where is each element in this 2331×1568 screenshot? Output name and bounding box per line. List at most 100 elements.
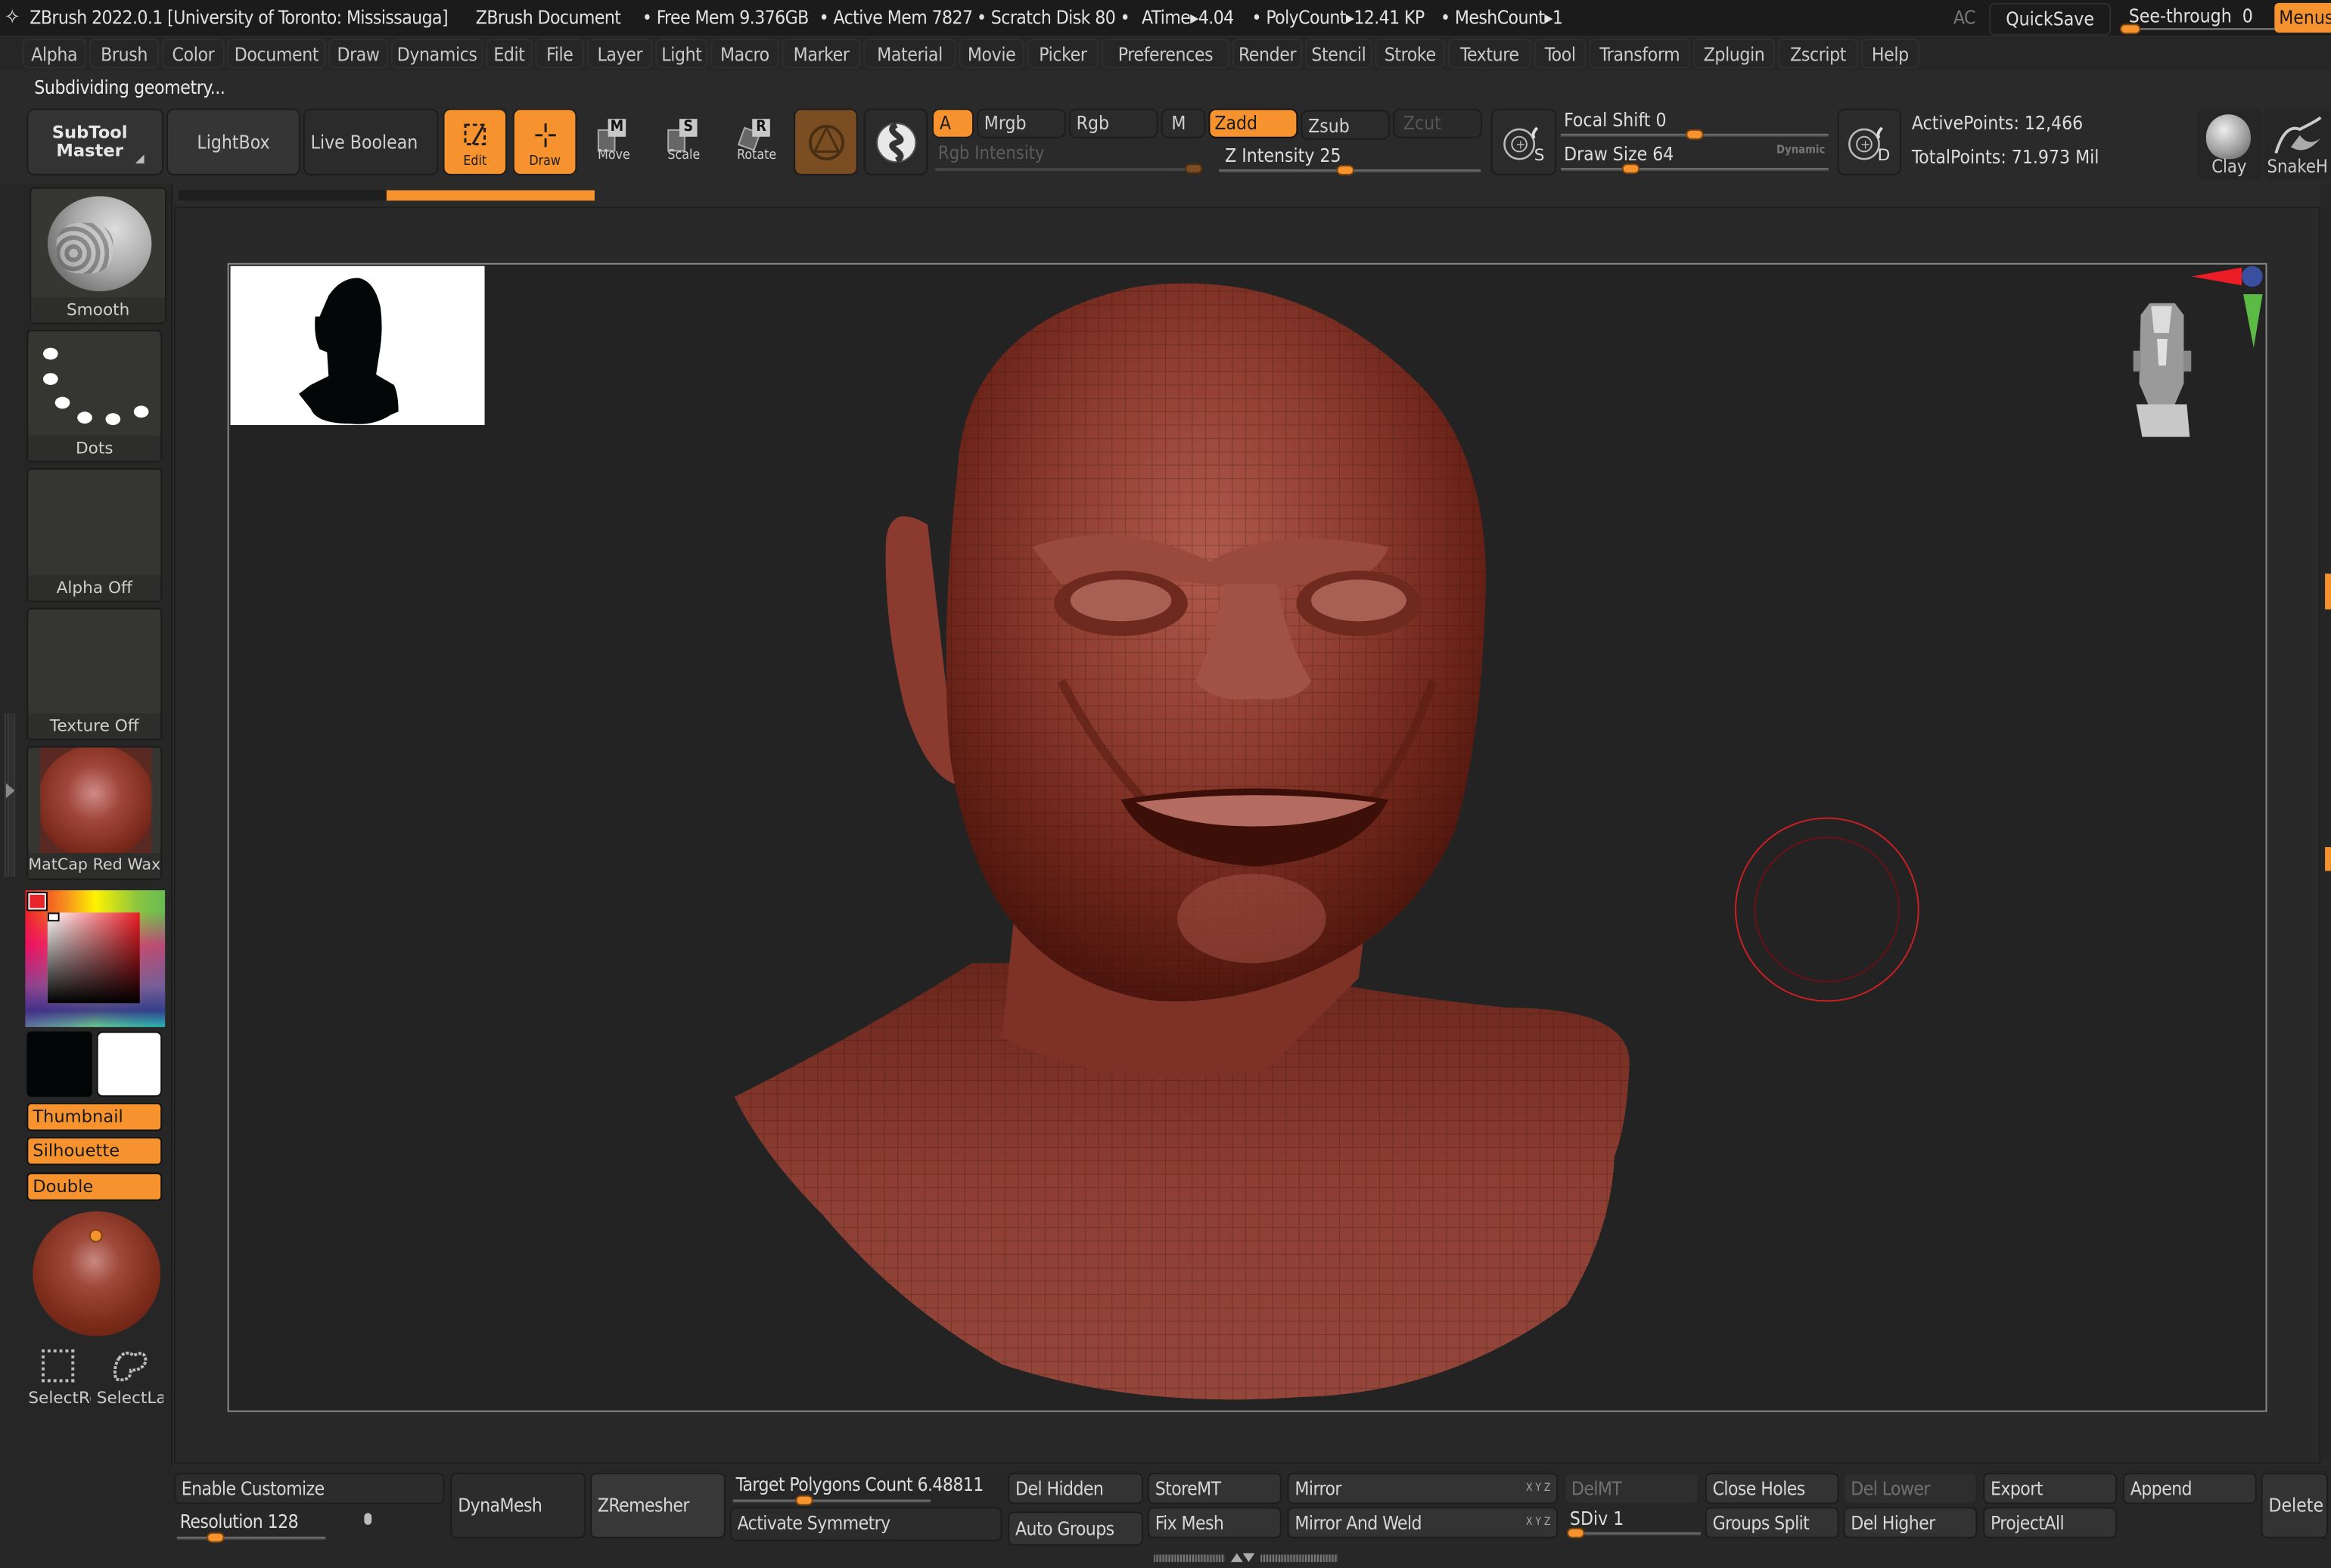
menu-brush[interactable]: Brush [89, 39, 160, 69]
append-button[interactable]: Append [2122, 1473, 2257, 1504]
lightbox-button[interactable]: LightBox [166, 108, 300, 175]
thumbnail-toggle[interactable]: Thumbnail [26, 1102, 163, 1132]
del-hidden-button[interactable]: Del Hidden [1008, 1473, 1144, 1504]
sculpt-model[interactable] [229, 265, 2266, 1411]
auto-groups-button[interactable]: Auto Groups [1008, 1511, 1144, 1546]
menu-tool[interactable]: Tool [1534, 39, 1587, 69]
menu-marker[interactable]: Marker [782, 39, 861, 69]
subtool-master-button[interactable]: SubTool Master [26, 108, 164, 175]
scale-button[interactable]: S Scale [658, 116, 709, 166]
bottom-tray-resize-handle[interactable] [1153, 1553, 1340, 1563]
menu-edit[interactable]: Edit [486, 39, 533, 69]
dynamic-toggle[interactable]: Dynamic [1776, 143, 1825, 157]
sdiv-slider[interactable]: SDiv 1 [1564, 1504, 1701, 1542]
draw-size-slider[interactable]: Draw Size 64 Dynamic [1559, 143, 1830, 175]
live-boolean-button[interactable]: Live Boolean [303, 108, 439, 175]
draw-size-knob[interactable] [1621, 163, 1640, 174]
zremesher-button[interactable]: ZRemesher [590, 1473, 726, 1539]
double-toggle[interactable]: Double [26, 1172, 163, 1201]
see-through-knob[interactable] [2119, 23, 2141, 35]
menu-picker[interactable]: Picker [1027, 39, 1099, 69]
menu-stencil[interactable]: Stencil [1305, 39, 1372, 69]
menu-transform[interactable]: Transform [1589, 39, 1691, 69]
resolution-knob[interactable] [207, 1532, 225, 1543]
select-lasso-button[interactable]: SelectLasso [95, 1343, 163, 1411]
secondary-color-swatch[interactable] [26, 1031, 92, 1098]
collapse-arrow-icon[interactable] [5, 783, 15, 799]
mrgb-toggle[interactable]: Mrgb [976, 108, 1066, 138]
rgb-toggle[interactable]: Rgb [1068, 108, 1158, 138]
a-toggle[interactable]: A [931, 108, 974, 138]
sdiv-knob[interactable] [1567, 1527, 1585, 1539]
export-button[interactable]: Export [1983, 1473, 2118, 1504]
del-lower-button[interactable]: Del Lower [1843, 1473, 1978, 1504]
rgb-intensity-slider[interactable]: Rgb Intensity [932, 143, 1207, 175]
menu-draw[interactable]: Draw [328, 39, 388, 69]
z-intensity-slider[interactable]: Z Intensity 25 [1216, 143, 1484, 175]
axis-gizmo[interactable] [2180, 265, 2263, 354]
zcut-toggle[interactable]: Zcut [1393, 108, 1483, 138]
menu-texture[interactable]: Texture [1447, 39, 1531, 69]
menu-file[interactable]: File [535, 39, 585, 69]
enable-customize-button[interactable]: Enable Customize [173, 1473, 445, 1504]
menu-light[interactable]: Light [655, 39, 708, 69]
select-rect-button[interactable]: SelectRect [26, 1343, 91, 1411]
activate-symmetry-button[interactable]: Activate Symmetry [729, 1507, 1002, 1542]
rotate-button[interactable]: R Rotate [732, 116, 782, 166]
projectall-button[interactable]: ProjectAll [1983, 1507, 2118, 1539]
document-frame[interactable] [227, 262, 2267, 1412]
brush-selector[interactable]: Smooth [30, 187, 167, 324]
menu-preferences[interactable]: Preferences [1101, 39, 1229, 69]
alpha-selector[interactable]: Alpha Off [26, 467, 163, 602]
material-sphere-button[interactable] [863, 108, 928, 175]
zsub-toggle[interactable]: Zsub [1301, 110, 1391, 140]
target-polygons-knob[interactable] [795, 1495, 813, 1506]
menu-macro[interactable]: Macro [710, 39, 779, 69]
resolution-slider[interactable]: Resolution 128 [174, 1507, 382, 1543]
main-color-swatch[interactable] [96, 1031, 163, 1098]
menu-movie[interactable]: Movie [959, 39, 1024, 69]
light-position-handle[interactable] [89, 1228, 103, 1243]
material-selector[interactable]: MatCap Red Wax [26, 746, 163, 880]
color-picker[interactable] [25, 890, 166, 1027]
edit-mode-button[interactable]: Edit [443, 108, 508, 175]
move-button[interactable]: M Move [589, 116, 639, 166]
menu-alpha[interactable]: Alpha [22, 39, 86, 69]
light-sphere[interactable] [33, 1211, 161, 1337]
m-toggle[interactable]: M [1161, 108, 1206, 138]
menu-zplugin[interactable]: Zplugin [1693, 39, 1776, 69]
silhouette-toggle[interactable]: Silhouette [26, 1137, 163, 1166]
close-holes-button[interactable]: Close Holes [1705, 1473, 1839, 1504]
snakehook-brush-button[interactable]: SnakeH [2264, 108, 2331, 180]
zadd-toggle[interactable]: Zadd [1208, 108, 1298, 138]
menu-color[interactable]: Color [162, 39, 225, 69]
menu-layer[interactable]: Layer [587, 39, 653, 69]
lazy-mouse-d-button[interactable]: + D [1837, 108, 1902, 175]
draw-mode-button[interactable]: Draw [512, 108, 577, 175]
target-polygons-slider[interactable]: Target Polygons Count 6.48811 [730, 1470, 1004, 1508]
see-through-slider[interactable]: See-through 0 [2117, 2, 2275, 35]
color-picker-cursor[interactable] [47, 912, 60, 922]
menu-zscript[interactable]: Zscript [1778, 39, 1859, 69]
focal-shift-slider[interactable]: Focal Shift 0 [1559, 108, 1830, 141]
del-higher-button[interactable]: Del Higher [1843, 1507, 1978, 1539]
mirror-button[interactable]: Mirror X Y Z [1287, 1473, 1559, 1504]
lazy-mouse-s-button[interactable]: + S [1490, 108, 1557, 175]
saturation-value-square[interactable] [47, 912, 140, 1004]
menu-render[interactable]: Render [1232, 39, 1303, 69]
delmt-button[interactable]: DelMT [1564, 1473, 1699, 1504]
groups-split-button[interactable]: Groups Split [1705, 1507, 1839, 1539]
fix-mesh-button[interactable]: Fix Mesh [1147, 1507, 1282, 1539]
texture-selector[interactable]: Texture Off [26, 607, 163, 741]
mirror-and-weld-button[interactable]: Mirror And Weld X Y Z [1287, 1507, 1559, 1539]
focal-shift-knob[interactable] [1686, 129, 1704, 140]
rgb-intensity-knob[interactable] [1185, 163, 1203, 174]
menus-button[interactable]: Menus [2274, 2, 2331, 33]
menu-dynamics[interactable]: Dynamics [390, 39, 483, 69]
dynamesh-button[interactable]: DynaMesh [450, 1473, 586, 1539]
clay-brush-button[interactable]: Clay [2197, 108, 2261, 180]
z-intensity-knob[interactable] [1336, 165, 1355, 175]
menu-help[interactable]: Help [1861, 39, 1919, 69]
menu-stroke[interactable]: Stroke [1375, 39, 1445, 69]
delete-button[interactable]: Delete [2261, 1473, 2329, 1539]
